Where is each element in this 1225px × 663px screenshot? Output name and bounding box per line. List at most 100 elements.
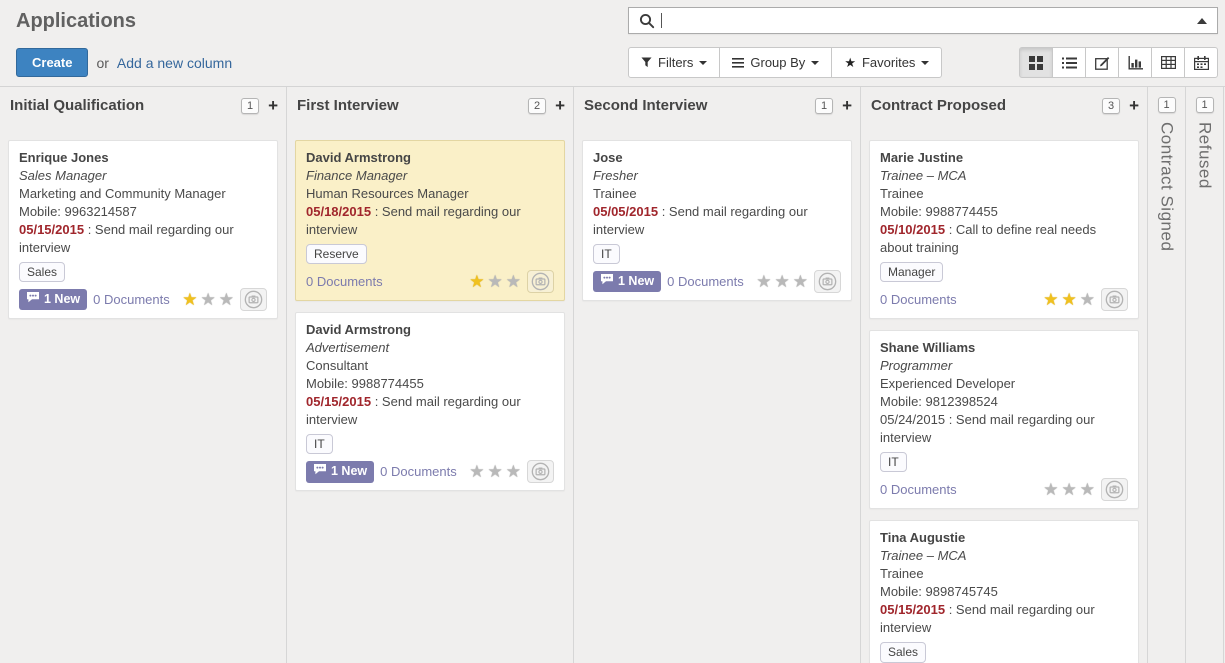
camera-icon[interactable] <box>240 288 267 311</box>
activity-date: 05/24/2015 <box>880 412 945 427</box>
card-job: Marketing and Community Manager <box>19 185 267 203</box>
priority-star-icon[interactable]: ★ <box>469 463 484 480</box>
form-view-button[interactable] <box>1085 47 1119 78</box>
caret-down-icon <box>921 61 929 65</box>
card-footer-right: ★★★ <box>469 270 554 293</box>
kanban-view-button[interactable] <box>1019 47 1053 78</box>
search-input[interactable] <box>662 10 1197 32</box>
card-footer-left: 1 New 0 Documents <box>19 289 182 310</box>
kanban-card[interactable]: JoseFresherTrainee05/05/2015 : Send mail… <box>582 140 852 301</box>
group-by-button[interactable]: Group By <box>719 47 832 78</box>
folded-column-title: Refused <box>1195 122 1215 189</box>
documents-link[interactable]: 0 Documents <box>880 291 957 309</box>
unread-messages-badge[interactable]: 1 New <box>19 289 87 310</box>
pivot-view-button[interactable] <box>1151 47 1185 78</box>
card-footer-right: ★★★ <box>469 460 554 483</box>
tag-row: IT <box>880 452 1128 473</box>
create-row: Create or Add a new column <box>16 48 232 77</box>
add-record-button[interactable]: + <box>1129 97 1139 114</box>
pivot-table-icon <box>1161 56 1176 69</box>
camera-icon[interactable] <box>527 270 554 293</box>
card-job: Trainee <box>593 185 841 203</box>
priority-star-icon[interactable]: ★ <box>1080 291 1095 308</box>
unread-messages-badge[interactable]: 1 New <box>306 461 374 482</box>
top-bar: Applications Create or Add a new column … <box>0 0 1225 87</box>
star-icon: ★ <box>844 55 856 71</box>
create-button[interactable]: Create <box>16 48 88 77</box>
calendar-view-button[interactable] <box>1184 47 1218 78</box>
card-source: Fresher <box>593 167 841 185</box>
camera-icon[interactable] <box>814 270 841 293</box>
card-activity: 05/15/2015 : Send mail regarding our int… <box>880 601 1128 637</box>
documents-link[interactable]: 0 Documents <box>880 481 957 499</box>
column-count-badge: 1 <box>1158 97 1176 113</box>
documents-link[interactable]: 0 Documents <box>667 273 744 291</box>
tag-badge: Manager <box>880 262 943 283</box>
priority-star-icon[interactable]: ★ <box>1080 481 1095 498</box>
kanban-card[interactable]: David ArmstrongFinance ManagerHuman Reso… <box>295 140 565 301</box>
priority-star-icon[interactable]: ★ <box>488 273 503 290</box>
add-column-link[interactable]: Add a new column <box>117 55 232 71</box>
column-count-badge: 1 <box>815 98 833 114</box>
camera-icon[interactable] <box>1101 288 1128 311</box>
control-row: Filters Group By ★ Favorites <box>628 47 1218 78</box>
add-record-button[interactable]: + <box>555 97 565 114</box>
card-name: David Armstrong <box>306 149 554 167</box>
page-title: Applications <box>16 10 136 33</box>
priority-star-icon[interactable]: ★ <box>756 273 771 290</box>
chat-bubble-icon <box>313 463 327 480</box>
priority-star-icon[interactable]: ★ <box>201 291 216 308</box>
favorites-button[interactable]: ★ Favorites <box>831 47 942 78</box>
kanban-card[interactable]: Enrique JonesSales ManagerMarketing and … <box>8 140 278 319</box>
search-bar[interactable] <box>628 7 1218 34</box>
search-expand-icon[interactable] <box>1197 18 1207 24</box>
graph-view-button[interactable] <box>1118 47 1152 78</box>
priority-star-icon[interactable]: ★ <box>1062 291 1077 308</box>
card-source: Advertisement <box>306 339 554 357</box>
folded-column[interactable]: 1Refused <box>1186 87 1224 663</box>
tag-badge: Sales <box>880 642 926 663</box>
filters-button[interactable]: Filters <box>628 47 720 78</box>
documents-link[interactable]: 0 Documents <box>380 463 457 481</box>
priority-star-icon[interactable]: ★ <box>506 463 521 480</box>
kanban-column: Contract Proposed3+Marie JustineTrainee … <box>861 87 1148 663</box>
card-footer-right: ★★★ <box>1043 478 1128 501</box>
calendar-icon <box>1194 56 1209 70</box>
filter-icon <box>641 57 652 68</box>
card-footer-left: 0 Documents <box>880 481 1043 499</box>
card-activity: 05/15/2015 : Send mail regarding our int… <box>19 221 267 257</box>
card-footer: 0 Documents★★★ <box>880 478 1128 501</box>
kanban-card[interactable]: Marie JustineTrainee – MCATraineeMobile:… <box>869 140 1139 319</box>
priority-star-icon[interactable]: ★ <box>488 463 503 480</box>
camera-icon[interactable] <box>527 460 554 483</box>
kanban-card[interactable]: Shane WilliamsProgrammerExperienced Deve… <box>869 330 1139 509</box>
unread-messages-badge[interactable]: 1 New <box>593 271 661 292</box>
priority-star-icon[interactable]: ★ <box>1043 291 1058 308</box>
column-count-badge: 3 <box>1102 98 1120 114</box>
priority-star-icon[interactable]: ★ <box>775 273 790 290</box>
priority-star-icon[interactable]: ★ <box>1043 481 1058 498</box>
list-icon <box>1062 57 1077 69</box>
priority-star-icon[interactable]: ★ <box>469 273 484 290</box>
folded-column[interactable]: 1Contract Signed <box>1148 87 1186 663</box>
priority-star-icon[interactable]: ★ <box>182 291 197 308</box>
priority-star-icon[interactable]: ★ <box>219 291 234 308</box>
documents-link[interactable]: 0 Documents <box>93 291 170 309</box>
card-activity: 05/15/2015 : Send mail regarding our int… <box>306 393 554 429</box>
card-footer-right: ★★★ <box>1043 288 1128 311</box>
tag-row: Sales <box>19 262 267 283</box>
add-record-button[interactable]: + <box>842 97 852 114</box>
priority-star-icon[interactable]: ★ <box>1062 481 1077 498</box>
documents-link[interactable]: 0 Documents <box>306 273 383 291</box>
tag-row: IT <box>593 244 841 265</box>
column-header: Second Interview1+ <box>574 87 860 114</box>
priority-star-icon[interactable]: ★ <box>793 273 808 290</box>
priority-star-icon[interactable]: ★ <box>506 273 521 290</box>
add-record-button[interactable]: + <box>268 97 278 114</box>
list-view-button[interactable] <box>1052 47 1086 78</box>
camera-icon[interactable] <box>1101 478 1128 501</box>
activity-date: 05/15/2015 <box>306 394 371 409</box>
kanban-card[interactable]: Tina AugustieTrainee – MCATraineeMobile:… <box>869 520 1139 663</box>
kanban-column: Initial Qualification1+Enrique JonesSale… <box>0 87 287 663</box>
kanban-card[interactable]: David ArmstrongAdvertisementConsultantMo… <box>295 312 565 491</box>
